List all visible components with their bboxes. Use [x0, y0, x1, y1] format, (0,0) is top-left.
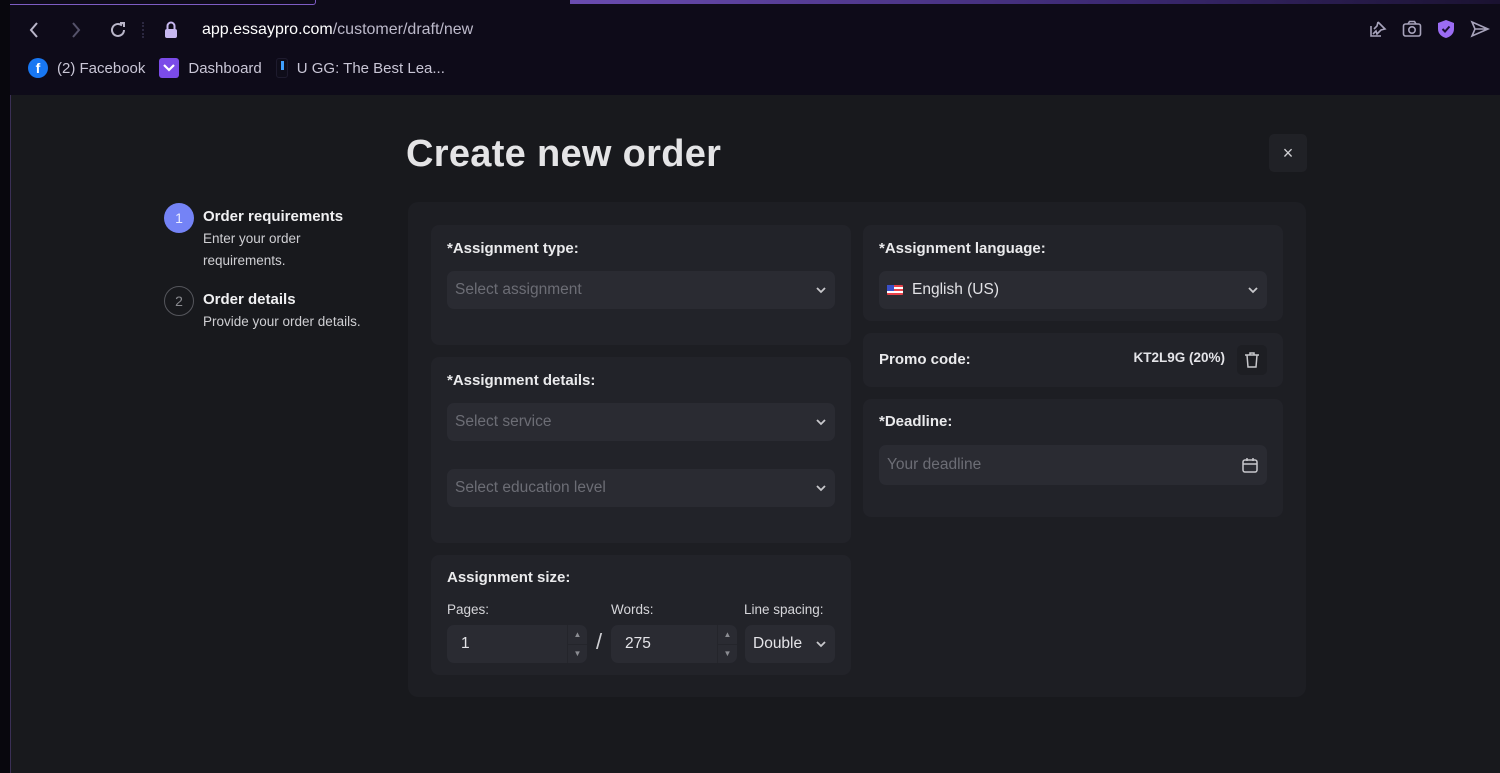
url-host: app.essaypro.com	[202, 21, 333, 38]
line-spacing-label: Line spacing:	[744, 602, 824, 617]
step-number: 1	[164, 203, 194, 233]
assignment-type-label: *Assignment type:	[447, 240, 579, 257]
pages-label: Pages:	[447, 602, 490, 617]
assignment-size-label: Assignment size:	[447, 569, 571, 586]
line-spacing-value: Double	[753, 635, 803, 652]
promo-code-card: Promo code: KT2L9G (20%)	[863, 333, 1283, 387]
page-title: Create new order	[406, 133, 722, 175]
words-label: Words:	[611, 602, 654, 617]
assignment-details-label: *Assignment details:	[447, 372, 596, 389]
step-description: Provide your order details.	[203, 314, 361, 329]
chevron-down-icon	[816, 485, 826, 492]
send-icon	[1470, 20, 1490, 38]
url-path: /customer/draft/new	[332, 21, 474, 38]
select-placeholder: Select education level	[455, 479, 606, 496]
lock-icon	[165, 21, 177, 38]
ugg-icon	[275, 58, 288, 78]
bookmark-ugg[interactable]: U GG: The Best Lea...	[275, 58, 445, 78]
page: Create new order × 1 Order requirements …	[10, 95, 1500, 773]
step-order-details[interactable]: 2 Order details Provide your order detai…	[164, 286, 404, 333]
dashboard-icon	[159, 58, 180, 78]
calendar-icon	[1242, 458, 1258, 473]
chevron-left-icon	[29, 22, 38, 38]
pages-value: 1	[461, 635, 470, 652]
chevron-down-icon	[816, 641, 826, 648]
deadline-placeholder: Your deadline	[887, 456, 982, 473]
assignment-language-card: *Assignment language: English (US)	[863, 225, 1283, 321]
words-stepper[interactable]: ▲ ▼	[717, 625, 737, 663]
language-select[interactable]: English (US)	[879, 271, 1267, 309]
close-icon: ×	[1282, 142, 1294, 163]
increment-icon[interactable]: ▲	[568, 625, 587, 645]
promo-code-value: KT2L9G (20%)	[1133, 350, 1225, 365]
pin-edit-icon	[1370, 21, 1387, 37]
deadline-label: *Deadline:	[879, 413, 953, 430]
forward-button[interactable]	[58, 15, 94, 45]
language-value: English (US)	[912, 281, 999, 298]
assignment-type-select[interactable]: Select assignment	[447, 271, 835, 309]
address-bar[interactable]: app.essaypro.com/customer/draft/new	[164, 21, 473, 39]
order-form-panel: *Assignment type: Select assignment *Ass…	[408, 202, 1306, 697]
decrement-icon[interactable]: ▼	[718, 645, 737, 664]
screenshot-button[interactable]	[1400, 14, 1424, 44]
decrement-icon[interactable]: ▼	[568, 645, 587, 664]
promo-code-label: Promo code:	[879, 351, 971, 368]
trash-icon	[1245, 352, 1259, 368]
step-description: Enter your order requirements.	[203, 231, 301, 268]
step-number: 2	[164, 286, 194, 316]
step-order-requirements[interactable]: 1 Order requirements Enter your order re…	[164, 203, 404, 272]
deadline-card: *Deadline: Your deadline	[863, 399, 1283, 517]
line-spacing-select[interactable]: Double	[745, 625, 835, 663]
toolbar-icons	[1366, 14, 1492, 44]
pages-words-separator: /	[595, 629, 603, 654]
bookmark-dashboard[interactable]: Dashboard	[159, 58, 262, 78]
shield-check-icon	[1438, 20, 1454, 38]
separator	[142, 22, 146, 38]
chevron-down-icon	[1248, 287, 1258, 294]
assignment-details-card: *Assignment details: Select service Sele…	[431, 357, 851, 543]
assignment-size-card: Assignment size: Pages: Words: Line spac…	[431, 555, 851, 675]
pages-input[interactable]: 1 ▲ ▼	[447, 625, 587, 663]
chevron-down-icon	[816, 419, 826, 426]
chevron-down-icon	[816, 287, 826, 294]
step-title: Order details	[203, 291, 296, 308]
remove-promo-button[interactable]	[1237, 345, 1267, 375]
send-button[interactable]	[1468, 14, 1492, 44]
assignment-type-card: *Assignment type: Select assignment	[431, 225, 851, 345]
bookmark-label: (2) Facebook	[57, 59, 146, 77]
back-button[interactable]	[16, 15, 52, 45]
bookmark-facebook[interactable]: f (2) Facebook	[28, 58, 145, 78]
close-button[interactable]: ×	[1269, 134, 1307, 172]
nav-bar: app.essaypro.com/customer/draft/new	[10, 14, 1500, 46]
facebook-icon: f	[28, 58, 48, 78]
pin-edit-button[interactable]	[1366, 14, 1390, 44]
stepper: 1 Order requirements Enter your order re…	[164, 203, 404, 347]
chevron-right-icon	[72, 22, 81, 38]
service-select[interactable]: Select service	[447, 403, 835, 441]
select-placeholder: Select service	[455, 413, 552, 430]
camera-icon	[1402, 20, 1422, 37]
education-level-select[interactable]: Select education level	[447, 469, 835, 507]
deadline-input[interactable]: Your deadline	[879, 445, 1267, 485]
browser-chrome: app.essaypro.com/customer/draft/new f (2…	[10, 0, 1500, 95]
increment-icon[interactable]: ▲	[718, 625, 737, 645]
bookmark-label: U GG: The Best Lea...	[296, 59, 445, 77]
reload-button[interactable]	[100, 15, 136, 45]
assignment-language-label: *Assignment language:	[879, 240, 1046, 257]
browser-tab-active[interactable]	[570, 0, 1500, 4]
us-flag-icon	[887, 285, 903, 295]
bookmark-label: Dashboard	[188, 59, 262, 77]
words-input[interactable]: 275 ▲ ▼	[611, 625, 737, 663]
select-placeholder: Select assignment	[455, 281, 582, 298]
vpn-button[interactable]	[1434, 14, 1458, 44]
words-value: 275	[625, 635, 651, 652]
step-title: Order requirements	[203, 208, 344, 225]
pages-stepper[interactable]: ▲ ▼	[567, 625, 587, 663]
bookmarks-bar: f (2) Facebook Dashboard U GG: The Best …	[28, 58, 445, 78]
browser-tab[interactable]	[10, 0, 316, 5]
reload-icon	[111, 22, 125, 37]
